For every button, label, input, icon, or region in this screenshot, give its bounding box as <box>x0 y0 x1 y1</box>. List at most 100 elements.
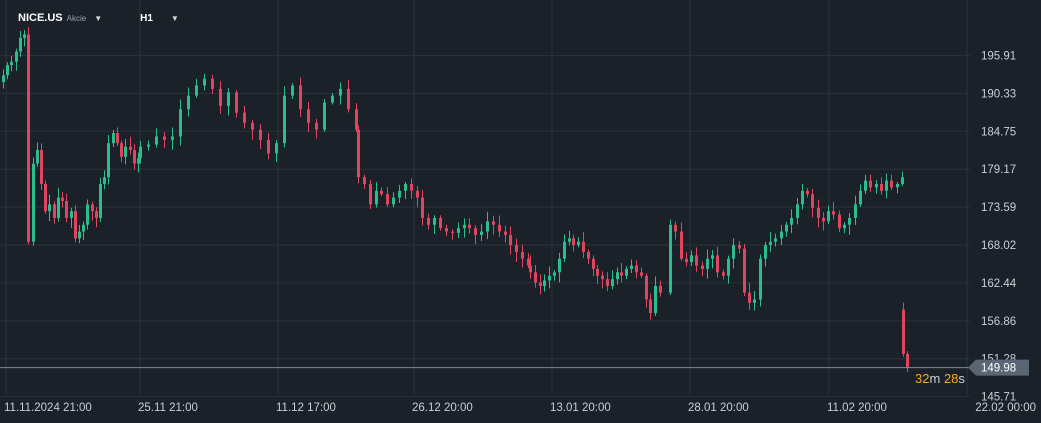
candle-body <box>902 309 905 354</box>
candle-body <box>838 214 841 229</box>
candle-body <box>568 238 571 242</box>
candle-body <box>74 211 77 239</box>
candle-body <box>748 292 751 303</box>
candle-body <box>99 183 102 218</box>
candle-body <box>875 183 878 188</box>
candle-body <box>645 275 648 300</box>
candle-body <box>398 190 401 198</box>
candle-body <box>620 272 623 276</box>
candle-body <box>291 85 294 96</box>
candle-body <box>463 224 466 229</box>
candle-body <box>211 78 214 89</box>
candle-body <box>6 65 9 76</box>
candle-body <box>339 88 342 96</box>
candle-body <box>817 207 820 218</box>
candle-body <box>674 224 677 232</box>
candle-body <box>854 204 857 218</box>
candle-body <box>649 299 652 314</box>
candle-body <box>890 180 893 188</box>
candle-body <box>780 231 783 239</box>
candle-body <box>901 177 904 184</box>
symbol-selector[interactable]: NICE.US Akcie ▼ <box>18 12 102 24</box>
y-tick-label: 162.44 <box>981 278 1017 290</box>
candle-body <box>23 34 26 38</box>
candle-body <box>527 258 530 266</box>
candle-body <box>203 78 206 86</box>
candle-body <box>492 221 495 225</box>
candle-body <box>323 102 326 130</box>
candle-body <box>120 143 123 157</box>
candle-body <box>155 136 158 145</box>
candle-body <box>433 217 436 225</box>
candle-body <box>40 150 43 184</box>
candle-body <box>543 280 546 286</box>
candle-body <box>801 190 804 205</box>
candle-body <box>451 231 454 233</box>
countdown-seconds: 28 <box>943 371 959 386</box>
candle-body <box>727 258 730 276</box>
countdown-seconds-unit: s <box>958 371 965 386</box>
candle-body <box>103 177 106 184</box>
candle-body <box>78 231 81 239</box>
x-tick-label: 28.01 20:00 <box>688 402 749 414</box>
candle-body <box>601 275 604 280</box>
candle-body <box>129 146 132 151</box>
candle-body <box>112 133 115 144</box>
candle-body <box>427 217 430 225</box>
candle-body <box>235 92 238 113</box>
candle-body <box>82 224 85 232</box>
candle-body <box>445 228 448 232</box>
candle-body <box>769 241 772 246</box>
candle-body <box>486 221 489 232</box>
candle-body <box>363 177 366 184</box>
candle-body <box>515 245 518 252</box>
candle-body <box>759 258 762 300</box>
candle-body <box>53 204 56 218</box>
price-chart[interactable]: 195.91 190.33 184.75 179.17 173.59 168.02 162.… <box>0 0 1041 423</box>
candle-body <box>880 183 883 191</box>
candle-body <box>283 95 286 144</box>
candle-body <box>27 34 30 242</box>
candle-body <box>147 144 150 147</box>
candle-body <box>307 109 310 123</box>
candle-body <box>107 143 110 178</box>
candle-body <box>790 217 793 225</box>
candle-body <box>722 272 725 276</box>
y-tick-label: 168.02 <box>981 240 1016 252</box>
candle-body <box>498 224 501 232</box>
candle-body <box>811 194 814 208</box>
candle-body <box>640 272 643 276</box>
candle-body <box>386 194 389 205</box>
candle-body <box>806 190 809 195</box>
candle-body <box>701 265 704 269</box>
candle-body <box>355 109 358 130</box>
timeframe-selector[interactable]: H1 ▼ <box>140 13 179 24</box>
candle-body <box>70 211 73 218</box>
candle-body <box>504 231 507 235</box>
candle-body <box>187 95 190 110</box>
candle-body <box>534 272 537 283</box>
chart-toolbar: NICE.US Akcie ▼ H1 ▼ <box>18 8 179 28</box>
chevron-down-icon: ▼ <box>94 14 103 23</box>
candle-body <box>864 180 867 191</box>
candle-body <box>685 258 688 263</box>
candle-body <box>521 251 524 259</box>
candle-body <box>116 133 119 144</box>
candle-body <box>275 143 278 154</box>
candle-body <box>654 285 657 314</box>
candle-body <box>357 129 360 178</box>
candle-body <box>410 183 413 191</box>
candle-body <box>558 258 561 273</box>
instrument-type-label: Akcie <box>66 14 87 23</box>
candle-body <box>572 238 575 246</box>
y-tick-label: 184.75 <box>981 126 1016 138</box>
candle-body <box>753 299 756 303</box>
candle-body <box>822 217 825 222</box>
candle-body <box>885 180 888 191</box>
candle-body <box>219 88 222 106</box>
candle-body <box>124 146 127 157</box>
candle-body <box>635 265 638 273</box>
candle-body <box>468 224 471 229</box>
candle-body <box>869 180 872 188</box>
candle-countdown: 32m 28s <box>915 371 965 386</box>
